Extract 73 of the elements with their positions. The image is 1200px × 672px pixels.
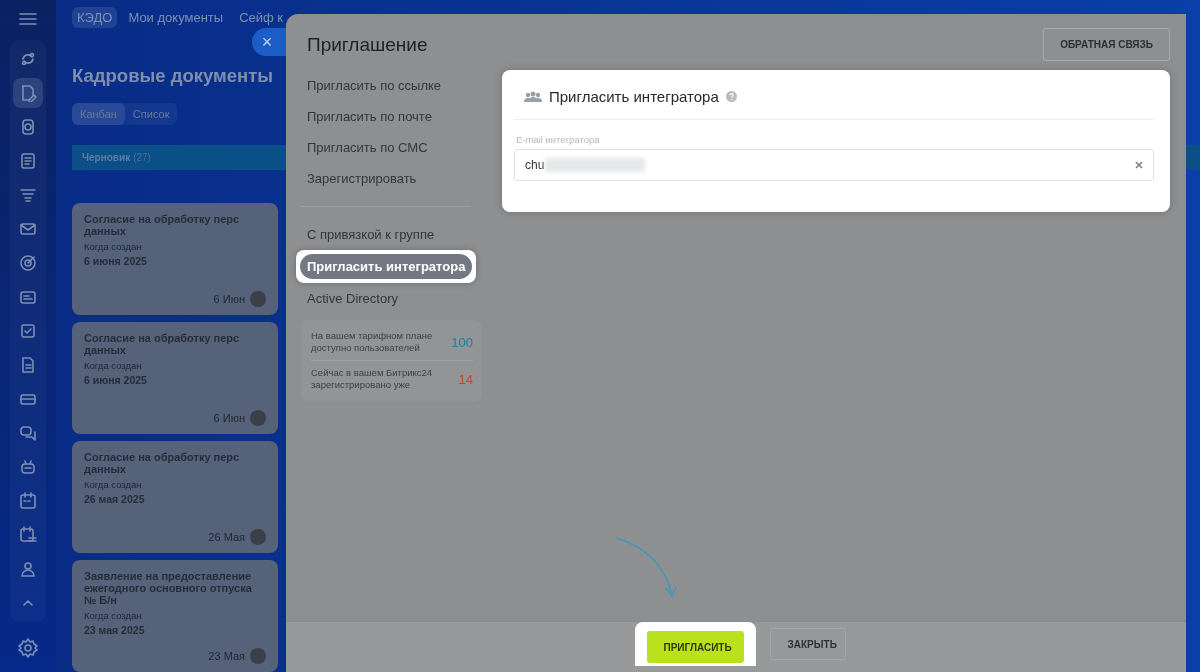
field-label: Когда создан bbox=[84, 479, 143, 490]
nav-tab[interactable]: Мои документы bbox=[123, 7, 229, 29]
kanban-card[interactable]: Согласие на обработку перс данных Когда создан 6 июня 2025 6 Июн bbox=[72, 322, 278, 434]
card-title: Заявление на предоставление ежегодного основного отпуска № Б/н bbox=[84, 570, 253, 606]
calendar-list-icon bbox=[19, 526, 37, 544]
chat-icon bbox=[19, 424, 37, 442]
field-label: Когда создан bbox=[84, 610, 143, 621]
created-date: 6 июня 2025 bbox=[84, 255, 148, 267]
column-name: Черновик bbox=[82, 151, 131, 163]
robot-icon bbox=[19, 458, 37, 476]
panel-title: Приглашение bbox=[307, 34, 428, 56]
kanban-card[interactable]: Заявление на предоставление ежегодного основного отпуска № Б/н Когда создан 23 мая 2025 23 Мая bbox=[72, 560, 278, 672]
menu-item[interactable]: Пригласить по почте bbox=[307, 101, 481, 132]
checkbox-icon bbox=[19, 322, 37, 340]
stat-text: Сейчас в вашем Битрикс24 зарегистрировано уже bbox=[311, 367, 434, 391]
close-button[interactable]: ЗАКРЫТЬ bbox=[769, 628, 846, 660]
view-toggle[interactable]: Список bbox=[124, 102, 178, 125]
menu-item[interactable]: С привязкой к группе bbox=[307, 219, 481, 250]
stat-text: На вашем тарифном плане доступно пользователей bbox=[311, 330, 434, 354]
help-icon[interactable] bbox=[725, 91, 737, 102]
menu-item[interactable]: Active Directory bbox=[307, 283, 481, 314]
card-date: 6 Июн bbox=[213, 412, 245, 424]
nav-tab[interactable]: Сейф к bbox=[234, 7, 288, 29]
stat-value: 100 bbox=[451, 334, 473, 350]
created-date: 23 мая 2025 bbox=[84, 624, 146, 636]
menu-icon[interactable] bbox=[19, 12, 37, 26]
mail-icon bbox=[19, 220, 37, 238]
avatar bbox=[250, 410, 266, 426]
arrow-annotation bbox=[614, 536, 680, 600]
column-count: (27) bbox=[133, 151, 151, 163]
field-label: Когда создан bbox=[84, 360, 143, 371]
avatar bbox=[250, 648, 266, 664]
avatar bbox=[250, 529, 266, 545]
users-icon bbox=[524, 90, 542, 103]
close-button[interactable]: × bbox=[252, 28, 286, 56]
kanban-card[interactable]: Согласие на обработку перс данных Когда создан 6 июня 2025 6 Июн bbox=[72, 203, 278, 315]
document-icon bbox=[19, 356, 37, 374]
menu-item[interactable]: Зарегистрировать bbox=[307, 163, 481, 194]
users-icon bbox=[19, 560, 37, 578]
invite-button[interactable]: ПРИГЛАСИТЬ bbox=[646, 631, 744, 663]
document-icon bbox=[19, 152, 37, 170]
form-title: Пригласить интегратора bbox=[549, 88, 719, 105]
settings-icon[interactable] bbox=[18, 638, 38, 658]
card-title: Согласие на обработку перс данных bbox=[84, 213, 241, 237]
kanban-card[interactable]: Согласие на обработку перс данных Когда создан 26 мая 2025 26 Мая bbox=[72, 441, 278, 553]
clear-icon[interactable] bbox=[1135, 161, 1143, 169]
nav-tab[interactable]: КЭДО bbox=[72, 7, 118, 29]
card-date: 23 Мая bbox=[208, 650, 245, 662]
field-label: E-mail интегратора bbox=[516, 134, 601, 145]
cycle-icon bbox=[19, 50, 37, 68]
email-field[interactable]: chu bbox=[514, 149, 1154, 181]
page-title: Кадровые документы bbox=[72, 64, 274, 87]
menu-item[interactable]: Пригласить интегратора bbox=[300, 254, 473, 279]
card-icon bbox=[19, 288, 37, 306]
field-label: Когда создан bbox=[84, 241, 143, 252]
view-toggle[interactable]: Канбан bbox=[72, 102, 125, 125]
target-icon bbox=[19, 254, 37, 272]
menu-item[interactable]: Пригласить по СМС bbox=[307, 132, 481, 163]
feedback-button[interactable]: ОБРАТНАЯ СВЯЗЬ bbox=[1043, 28, 1170, 61]
sidebar-item[interactable] bbox=[13, 78, 43, 108]
menu-item[interactable]: Пригласить по ссылке bbox=[307, 70, 481, 101]
calendar-icon bbox=[19, 492, 37, 510]
document-edit-icon bbox=[19, 84, 37, 102]
card-date: 26 Мая bbox=[208, 531, 245, 543]
device-icon bbox=[19, 118, 37, 136]
card-date: 6 Июн bbox=[213, 293, 245, 305]
card-title: Согласие на обработку перс данных bbox=[84, 451, 241, 475]
created-date: 6 июня 2025 bbox=[84, 374, 148, 386]
funnel-icon bbox=[19, 186, 37, 204]
avatar bbox=[250, 291, 266, 307]
card-title: Согласие на обработку перс данных bbox=[84, 332, 241, 356]
stat-value: 14 bbox=[458, 371, 473, 387]
created-date: 26 мая 2025 bbox=[84, 493, 146, 505]
